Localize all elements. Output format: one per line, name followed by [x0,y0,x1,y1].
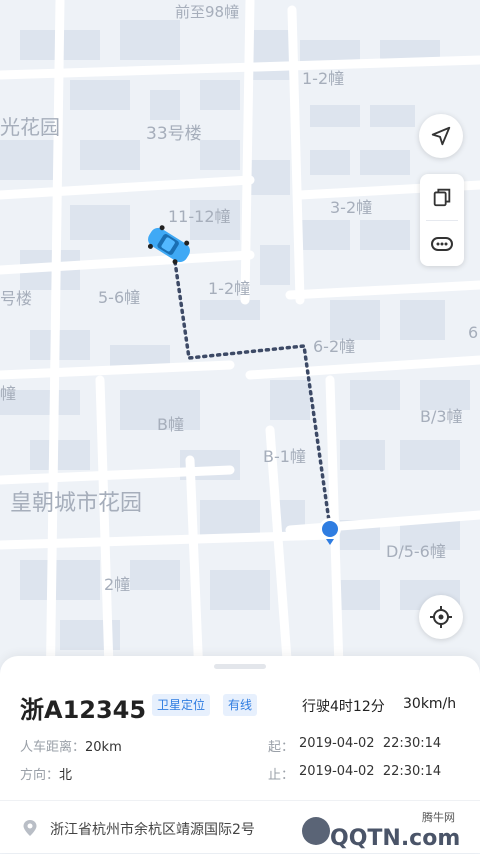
satellite-badge: 卫星定位 [152,694,211,716]
navigation-arrow-icon [431,126,451,146]
svg-text:QQTN.com: QQTN.com [330,826,460,851]
map-label-5-6: 5-6幢 [98,288,140,307]
map-label-11-12: 11-12幢 [168,207,231,226]
svg-text:腾牛网: 腾牛网 [422,810,455,824]
distance-row: 人车距离：20km [20,736,122,755]
address-text: 浙江省杭州市余杭区靖源国际2号 [50,822,255,838]
map-label-b3: B/3幢 [420,407,463,426]
crosshair-icon [430,606,452,628]
map-label-huangchao: 皇朝城市花园 [10,491,142,516]
address-row[interactable]: 浙江省杭州市余杭区靖源国际2号 腾牛网 QQTN.com [0,800,480,854]
map-label-garden: 光花园 [0,115,60,139]
end-label: 止： [268,768,295,783]
direction-value: 北 [59,768,73,783]
map-label-33: 33号楼 [146,124,202,144]
location-pin-icon [23,820,37,836]
navigate-button[interactable] [419,114,463,158]
wired-badge: 有线 [223,694,258,716]
copy-button[interactable] [420,174,464,220]
start-time: 2019-04-02 22:30:14 [299,736,442,751]
direction-row: 方向：北 [20,764,72,783]
map-label-6: 6 [468,323,478,342]
map-label-1-2-top: 1-2幢 [302,69,344,88]
map-label-top: 前至98幢 [175,3,239,21]
map-label-6-2: 6-2幢 [313,337,355,356]
map-label-3-2: 3-2幢 [330,198,372,217]
map-label-2: 2幢 [104,575,130,594]
more-dots-icon [431,237,453,251]
map-label-zhuang: 幢 [0,384,16,403]
more-button[interactable] [420,221,464,267]
map-tool-panel [420,174,464,266]
direction-label: 方向： [20,768,60,783]
drag-handle[interactable] [214,664,266,669]
copy-icon [433,188,451,207]
vehicle-info-sheet[interactable]: 浙A12345 卫星定位 有线 行驶4时12分 30km/h 人车距离：20km… [0,656,480,853]
drive-duration: 行驶4时12分 [302,699,385,715]
distance-label: 人车距离： [20,740,86,755]
qqtn-watermark-logo: 腾牛网 QQTN.com [302,810,460,851]
license-plate: 浙A12345 [20,696,147,724]
end-time: 2019-04-02 22:30:14 [299,764,442,779]
distance-value: 20km [85,740,122,755]
map-view[interactable]: 前至98幢 1-2幢 光花园 33号楼 11-12幢 3-2幢 5-6幢 1-2… [0,0,480,700]
map-label-1-2-mid: 1-2幢 [208,279,250,298]
map-label-b1: B-1幢 [263,447,306,466]
start-label: 起： [268,740,295,755]
map-label-d56: D/5-6幢 [386,542,446,561]
map-label-lou: 号楼 [0,289,32,308]
center-location-button[interactable] [419,595,463,639]
speed: 30km/h [403,696,457,712]
map-label-b: B幢 [157,415,184,434]
